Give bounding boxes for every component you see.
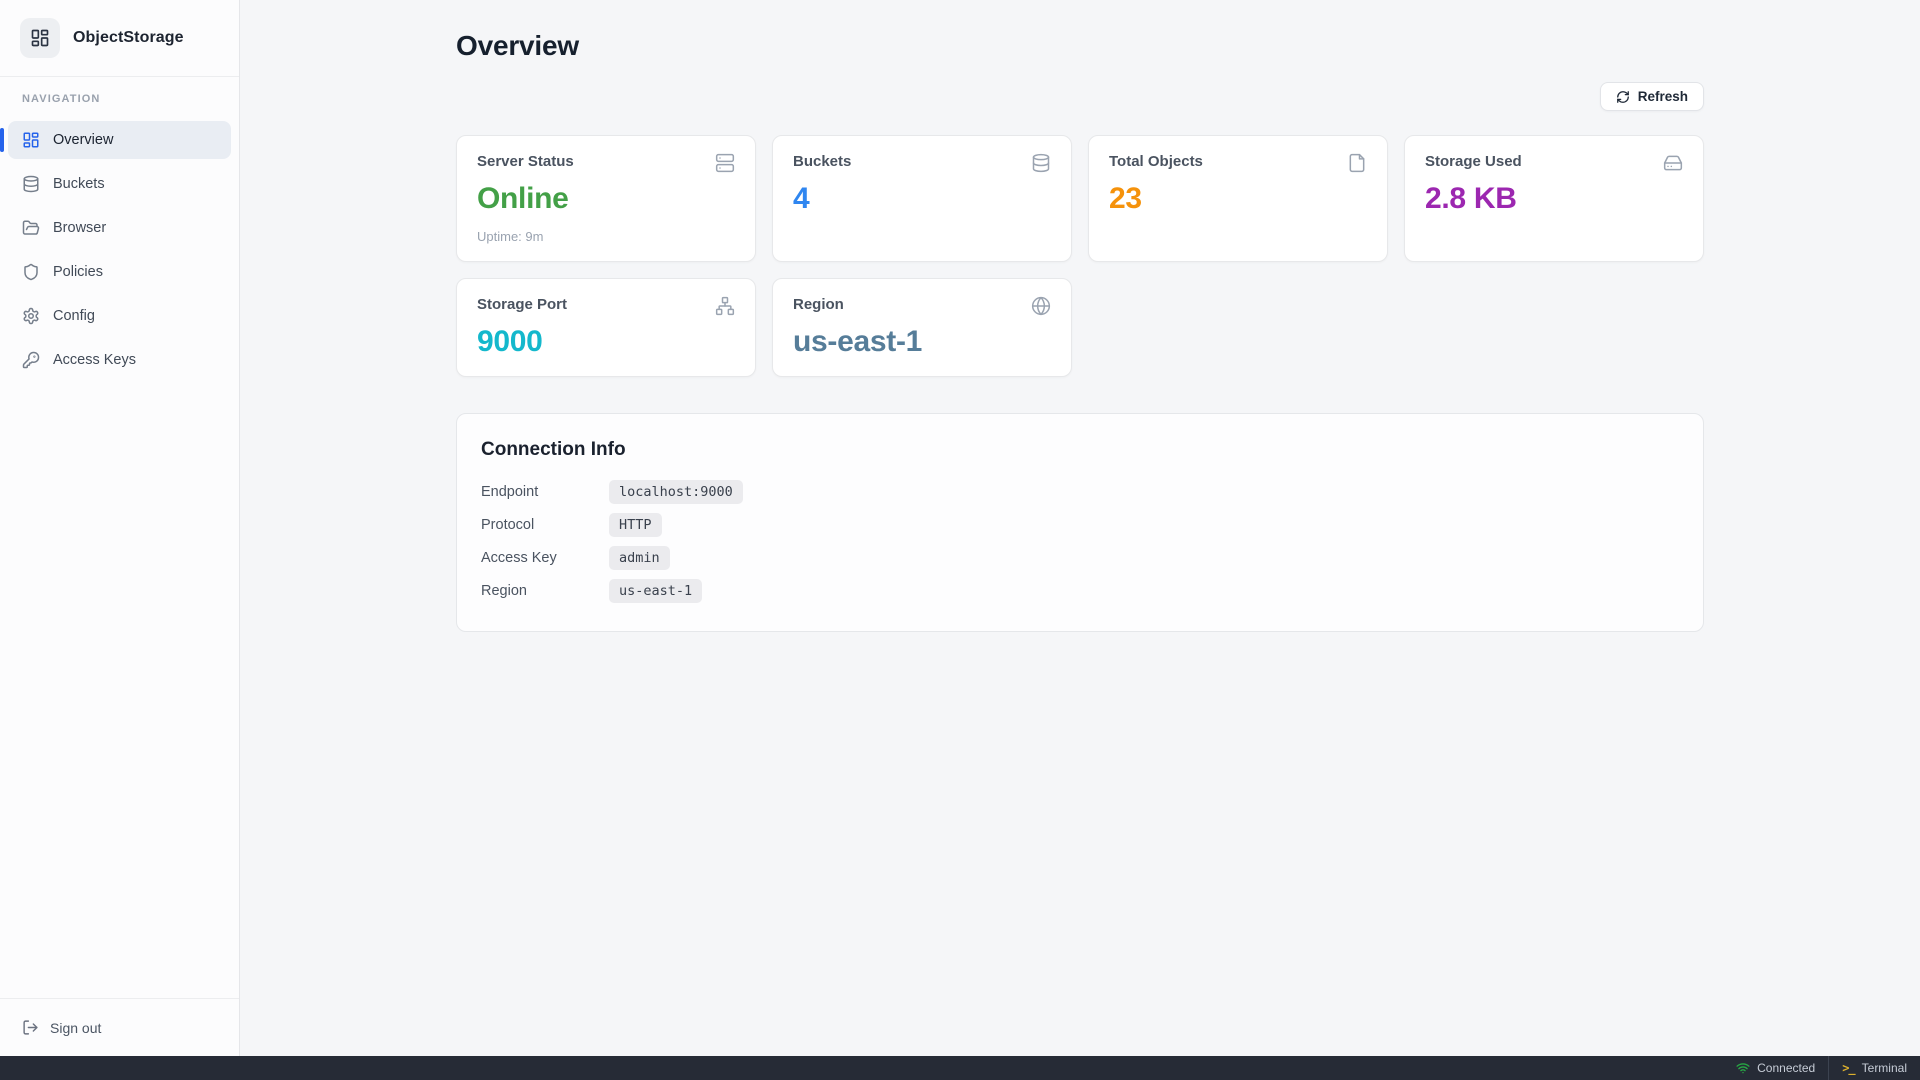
nav-section-label: NAVIGATION xyxy=(8,93,231,105)
sidebar-item-label: Overview xyxy=(53,132,113,148)
database-icon xyxy=(22,175,40,193)
stat-card-storage-used: Storage Used 2.8 KB xyxy=(1404,135,1704,262)
logout-icon xyxy=(22,1019,39,1036)
page-title: Overview xyxy=(456,30,1704,62)
stat-card-storage-port: Storage Port 9000 xyxy=(456,278,756,377)
refresh-button[interactable]: Refresh xyxy=(1600,82,1704,111)
key-icon xyxy=(22,351,40,369)
sidebar-item-browser[interactable]: Browser xyxy=(8,209,231,247)
server-icon xyxy=(715,153,735,173)
info-label: Access Key xyxy=(481,550,609,566)
app-logo-icon xyxy=(20,18,60,58)
connection-info-title: Connection Info xyxy=(481,439,1679,461)
stat-label: Server Status xyxy=(477,153,574,170)
stat-card-buckets: Buckets 4 xyxy=(772,135,1072,262)
info-row-protocol: Protocol HTTP xyxy=(481,513,1679,537)
info-row-endpoint: Endpoint localhost:9000 xyxy=(481,480,1679,504)
info-row-access-key: Access Key admin xyxy=(481,546,1679,570)
terminal-toggle[interactable]: >_ Terminal xyxy=(1829,1056,1920,1080)
info-value: us-east-1 xyxy=(609,579,702,603)
stats-grid: Server Status Online Uptime: 9m Buckets … xyxy=(456,135,1704,377)
sidebar-item-config[interactable]: Config xyxy=(8,297,231,335)
sidebar-item-overview[interactable]: Overview xyxy=(8,121,231,159)
sign-out-button[interactable]: Sign out xyxy=(12,1013,227,1042)
sidebar-item-label: Browser xyxy=(53,220,106,236)
main-area: Overview Refresh Server Status Online Up… xyxy=(240,0,1920,1056)
stat-label: Storage Used xyxy=(1425,153,1522,170)
sidebar-item-label: Config xyxy=(53,308,95,324)
stat-label: Total Objects xyxy=(1109,153,1203,170)
sidebar-nav: NAVIGATION Overview Buckets Browser Poli… xyxy=(0,77,239,379)
terminal-prompt-icon: >_ xyxy=(1842,1061,1854,1075)
sidebar-item-label: Access Keys xyxy=(53,352,136,368)
status-bar: Connected >_ Terminal xyxy=(0,1056,1920,1080)
stat-subtitle: Uptime: 9m xyxy=(477,229,735,244)
stat-value: 9000 xyxy=(477,325,735,359)
dashboard-icon xyxy=(22,131,40,149)
info-label: Region xyxy=(481,583,609,599)
stat-label: Buckets xyxy=(793,153,851,170)
harddrive-icon xyxy=(1663,153,1683,173)
brand: ObjectStorage xyxy=(0,0,239,77)
stat-card-region: Region us-east-1 xyxy=(772,278,1072,377)
terminal-label: Terminal xyxy=(1862,1061,1907,1075)
info-label: Protocol xyxy=(481,517,609,533)
stat-card-total-objects: Total Objects 23 xyxy=(1088,135,1388,262)
connection-status: Connected xyxy=(1723,1056,1828,1080)
sidebar-item-label: Policies xyxy=(53,264,103,280)
app-window: ObjectStorage NAVIGATION Overview Bucket… xyxy=(0,0,1920,1056)
refresh-icon xyxy=(1616,90,1630,104)
folder-icon xyxy=(22,219,40,237)
gear-icon xyxy=(22,307,40,325)
app-title: ObjectStorage xyxy=(73,29,184,47)
toolbar: Refresh xyxy=(456,82,1704,111)
wifi-icon xyxy=(1736,1061,1750,1075)
stat-value: us-east-1 xyxy=(793,325,1051,359)
refresh-label: Refresh xyxy=(1638,89,1688,104)
network-icon xyxy=(715,296,735,316)
sidebar-item-label: Buckets xyxy=(53,176,105,192)
stat-value: Online xyxy=(477,182,735,216)
stat-label: Region xyxy=(793,296,844,313)
info-label: Endpoint xyxy=(481,484,609,500)
stat-value: 2.8 KB xyxy=(1425,182,1683,216)
shield-icon xyxy=(22,263,40,281)
stat-value: 4 xyxy=(793,182,1051,216)
sidebar-item-buckets[interactable]: Buckets xyxy=(8,165,231,203)
info-value: HTTP xyxy=(609,513,662,537)
file-icon xyxy=(1347,153,1367,173)
connection-info-panel: Connection Info Endpoint localhost:9000 … xyxy=(456,413,1704,632)
sign-out-label: Sign out xyxy=(50,1020,101,1036)
sidebar-footer: Sign out xyxy=(0,998,239,1056)
sidebar: ObjectStorage NAVIGATION Overview Bucket… xyxy=(0,0,240,1056)
info-value: localhost:9000 xyxy=(609,480,743,504)
stat-card-server-status: Server Status Online Uptime: 9m xyxy=(456,135,756,262)
info-row-region: Region us-east-1 xyxy=(481,579,1679,603)
globe-icon xyxy=(1031,296,1051,316)
connected-label: Connected xyxy=(1757,1061,1815,1075)
sidebar-item-access-keys[interactable]: Access Keys xyxy=(8,341,231,379)
database-icon xyxy=(1031,153,1051,173)
info-value: admin xyxy=(609,546,670,570)
stat-label: Storage Port xyxy=(477,296,567,313)
sidebar-item-policies[interactable]: Policies xyxy=(8,253,231,291)
stat-value: 23 xyxy=(1109,182,1367,216)
